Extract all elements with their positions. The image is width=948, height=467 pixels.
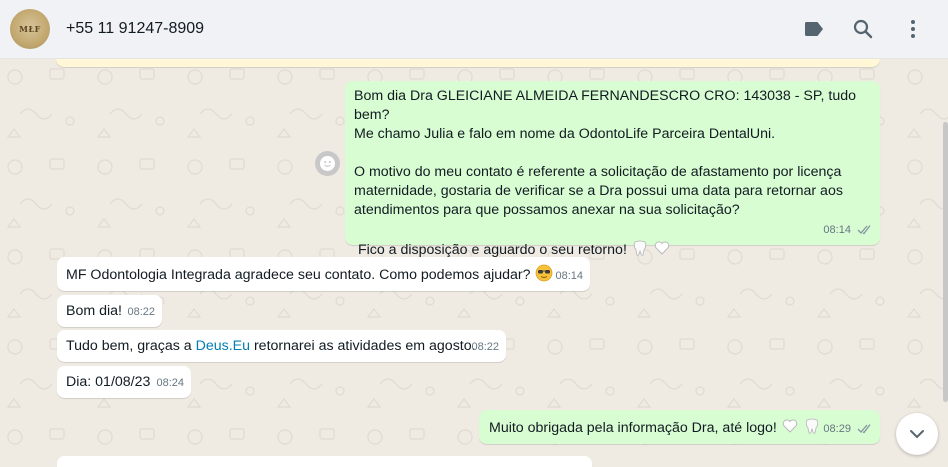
chat-header: MŁF +55 11 91247-8909	[0, 0, 948, 59]
message-line: maternidade, gostaria de verificar se a …	[354, 183, 843, 199]
menu-icon[interactable]	[901, 17, 925, 41]
message-time: 08:29	[823, 423, 851, 435]
message-line: Fico a disposição e aguardo o seu retorn…	[354, 242, 627, 258]
message-timestamp: 08:14	[555, 270, 583, 282]
message-text: Muito obrigada pela informação Dra, até …	[489, 420, 777, 436]
message-text-before: Tudo bem, graças a	[66, 338, 196, 354]
label-icon[interactable]	[802, 17, 826, 41]
chevron-down-icon	[910, 430, 924, 439]
avatar-monogram: MŁF	[19, 24, 41, 34]
message-incoming[interactable]: Bom dia! 08:22	[57, 295, 162, 327]
message-line: Bom dia Dra GLEICIANE ALMEIDA FERNANDESC…	[354, 88, 857, 123]
contact-avatar[interactable]: MŁF	[10, 9, 50, 49]
chat-area[interactable]: Bom dia Dra GLEICIANE ALMEIDA FERNANDESC…	[0, 59, 948, 467]
tooth-emoji-icon	[633, 240, 647, 256]
message-timestamp: 08:22	[471, 341, 499, 353]
message-text-after: retornarei as atividades em agosto.	[250, 338, 476, 354]
double-check-icon	[857, 225, 871, 235]
message-incoming-partial[interactable]	[57, 456, 592, 467]
message-line: Me chamo Julia e falo em nome da OdontoL…	[354, 126, 776, 142]
message-incoming[interactable]: Dia: 01/08/23 08:24	[57, 366, 191, 398]
message-line: O motivo do meu contato é referente a so…	[354, 164, 842, 180]
message-timestamp: 08:14	[823, 221, 873, 240]
message-outgoing[interactable]: Muito obrigada pela informação Dra, até …	[479, 410, 880, 444]
system-notice-strip	[56, 59, 880, 67]
message-text: Bom dia!	[66, 303, 122, 319]
message-timestamp: 08:29	[823, 420, 873, 439]
sunglasses-emoji-icon	[535, 264, 552, 282]
double-check-icon	[857, 424, 871, 434]
message-text: MF Odontologia Integrada agradece seu co…	[66, 267, 531, 283]
message-line: atendimentos para que possamos anexar na…	[354, 202, 740, 218]
reaction-button[interactable]	[315, 151, 340, 176]
tooth-emoji-icon	[805, 418, 818, 434]
scroll-to-bottom-button[interactable]	[896, 413, 938, 455]
contact-name[interactable]: +55 11 91247-8909	[66, 20, 204, 38]
message-text: Dia: 01/08/23	[66, 374, 151, 390]
search-icon[interactable]	[851, 17, 875, 41]
white-heart-emoji-icon	[654, 241, 669, 255]
chat-scrollbar[interactable]	[943, 122, 948, 402]
message-timestamp: 08:22	[127, 306, 155, 318]
message-link[interactable]: Deus.Eu	[196, 338, 250, 354]
message-outgoing[interactable]: Bom dia Dra GLEICIANE ALMEIDA FERNANDESC…	[345, 81, 880, 258]
white-heart-emoji-icon	[782, 419, 797, 433]
message-incoming[interactable]: MF Odontologia Integrada agradece seu co…	[57, 257, 590, 291]
smiley-icon	[320, 156, 335, 171]
message-timestamp: 08:24	[156, 377, 184, 389]
message-time: 08:14	[823, 224, 851, 236]
message-incoming[interactable]: Tudo bem, graças a Deus.Eu retornarei as…	[57, 330, 506, 362]
